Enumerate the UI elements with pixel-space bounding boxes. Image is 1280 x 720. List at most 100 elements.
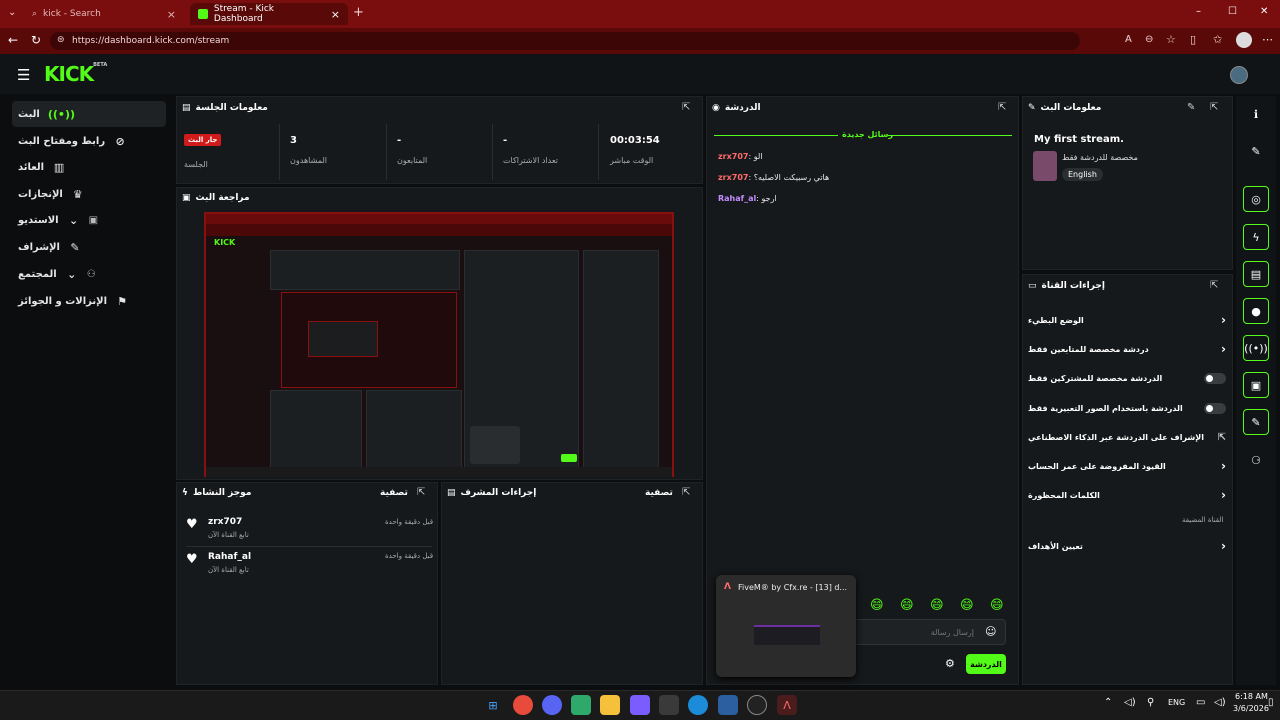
favorites-icon[interactable]: ✩ [1213, 33, 1222, 46]
category-thumbnail [1033, 151, 1057, 181]
sidebar-item-stream-key[interactable]: ⊘ رابط ومفتاح البث [12, 128, 166, 154]
discord-icon[interactable] [542, 695, 562, 715]
microphone-icon[interactable]: ⚲ [1147, 697, 1154, 708]
info-icon[interactable]: ℹ [1243, 101, 1269, 127]
subscribers-only-toggle[interactable] [1204, 372, 1226, 384]
more-menu-icon[interactable]: ⋯ [1262, 33, 1273, 46]
stream-preview-video[interactable]: KICK [204, 212, 674, 477]
popout-icon[interactable]: ⇱ [998, 102, 1006, 113]
user-avatar[interactable] [1230, 66, 1248, 84]
mod-filter-button[interactable]: تصفية [645, 488, 673, 498]
start-menu-icon[interactable]: ⊞ [483, 695, 503, 715]
chat-username[interactable]: Rahaf_al [718, 194, 756, 203]
emoji-icon[interactable]: ☺ [985, 625, 996, 638]
channel-action-account-age[interactable]: القيود المفروضة على عمر الحساب › [1028, 452, 1226, 480]
store-icon[interactable] [659, 695, 679, 715]
lightning-icon[interactable]: ϟ [1243, 224, 1269, 250]
broadcast-icon[interactable]: ((•)) [1243, 335, 1269, 361]
gear-icon[interactable]: ⚙ [945, 657, 955, 670]
edit-pencil-icon[interactable]: ✎ [1187, 102, 1195, 113]
taskbar-preview-popup[interactable]: Λ FiveM® by Cfx.re - [13] d... [716, 575, 856, 677]
fivem-icon[interactable]: Λ [777, 695, 797, 715]
site-info-icon[interactable]: ⊜ [57, 35, 65, 45]
chat-input[interactable] [860, 624, 974, 640]
minimize-button[interactable]: – [1196, 6, 1201, 17]
extension-icon[interactable]: ⊖ [1145, 34, 1153, 45]
chrome-icon[interactable] [513, 695, 533, 715]
chat-username[interactable]: zrx707 [718, 152, 748, 161]
chat-username[interactable]: zrx707 [718, 173, 748, 182]
app-icon[interactable] [718, 695, 738, 715]
document-icon[interactable]: ▤ [1243, 261, 1269, 287]
emote-only-toggle[interactable] [1204, 402, 1226, 414]
sidebar-item-revenue[interactable]: ▥ العائد [12, 154, 166, 180]
popout-icon[interactable]: ⇱ [417, 487, 425, 498]
camera-icon[interactable]: ◎ [1243, 186, 1269, 212]
hamburger-menu-icon[interactable]: ☰ [17, 66, 30, 84]
sidebar-item-achievements[interactable]: ♛ الإنجازات [12, 181, 166, 207]
new-tab-button[interactable]: + [353, 5, 364, 20]
shield-icon: ▤ [447, 488, 456, 498]
sidebar-item-label: البث [18, 108, 40, 120]
copilot-icon[interactable] [630, 695, 650, 715]
sidebar-toggle-icon[interactable]: ▯ [1190, 33, 1196, 46]
url-field[interactable]: ⊜ https://dashboard.kick.com/stream [50, 32, 1080, 50]
sidebar-item-moderation[interactable]: ✎ الإشراف [12, 234, 166, 260]
translate-icon[interactable]: A [1125, 34, 1132, 45]
back-arrow-icon[interactable]: ← [8, 33, 18, 47]
chevron-down-icon: ⌄ [68, 213, 79, 227]
layout-icon[interactable]: ▣ [1243, 372, 1269, 398]
language-tag[interactable]: English [1062, 168, 1103, 181]
speaker-icon[interactable]: ◁) [1124, 697, 1136, 708]
nodes-icon[interactable]: ⚆ [1243, 447, 1269, 473]
close-icon[interactable]: × [331, 8, 340, 21]
channel-action-set-goals[interactable]: تعيين الأهداف › [1028, 532, 1226, 560]
wrench-icon[interactable]: ✎ [1243, 409, 1269, 435]
app-icon[interactable] [571, 695, 591, 715]
window-close-button[interactable]: ✕ [1260, 6, 1268, 17]
sidebar-item-studio[interactable]: ▣ ⌄ الاستديو [12, 207, 166, 233]
profile-avatar[interactable] [1236, 32, 1252, 48]
language-indicator[interactable]: ENG [1168, 698, 1185, 707]
emote-icon[interactable]: 😄 [960, 598, 974, 613]
volume-icon[interactable]: ◁) [1214, 697, 1226, 708]
sidebar-item-stream[interactable]: ((•)) البث [12, 101, 166, 127]
maximize-button[interactable]: ☐ [1228, 6, 1237, 17]
divider [279, 124, 280, 180]
clock-date[interactable]: 3/6/2026 [1233, 704, 1269, 713]
popup-title: FiveM® by Cfx.re - [13] d... [738, 583, 848, 592]
sidebar-item-community[interactable]: ⚇ ⌄ المجتمع [12, 261, 166, 287]
tab-kick-search[interactable]: ⌕ kick - Search × [24, 3, 184, 25]
kick-logo[interactable]: KICKBETA [44, 62, 107, 86]
notification-icon[interactable]: ▯ [1268, 697, 1274, 708]
popout-icon[interactable]: ⇱ [1210, 280, 1218, 291]
network-icon[interactable]: ▭ [1196, 697, 1205, 708]
tab-kick-dashboard[interactable]: Stream - Kick Dashboard × [190, 3, 348, 25]
pencil-icon[interactable]: ✎ [1243, 138, 1269, 164]
emote-icon[interactable]: 😄 [900, 598, 914, 613]
channel-action-followers-only[interactable]: دردشة مخصصة للمتابعين فقط › [1028, 335, 1226, 363]
favorite-star-icon[interactable]: ☆ [1166, 33, 1176, 46]
emote-icon[interactable]: 😄 [870, 598, 884, 613]
chat-bubble-icon[interactable]: ● [1243, 298, 1269, 324]
clock-time[interactable]: 6:18 AM [1235, 692, 1268, 701]
file-explorer-icon[interactable] [600, 695, 620, 715]
activity-filter-button[interactable]: تصفية [380, 488, 408, 498]
emote-icon[interactable]: 😄 [990, 598, 1004, 613]
channel-action-ai-moderation[interactable]: الإشراف على الدردشة عبر الذكاء الاصطناعي… [1028, 423, 1226, 451]
studio-badge-icon: ▣ [88, 214, 99, 226]
send-chat-button[interactable]: الدردشة [966, 654, 1006, 674]
reload-icon[interactable]: ↻ [31, 33, 41, 47]
close-icon[interactable]: × [167, 8, 176, 21]
chevron-up-icon[interactable]: ⌃ [1104, 697, 1112, 708]
obs-icon[interactable] [747, 695, 767, 715]
channel-action-banned-words[interactable]: الكلمات المحظورة › [1028, 481, 1226, 509]
channel-action-slow-mode[interactable]: الوضع البطيء › [1028, 306, 1226, 334]
popout-icon[interactable]: ⇱ [1210, 102, 1218, 113]
sidebar-item-drops[interactable]: ⚑ الإنزالات و الجوائز [12, 288, 166, 314]
popout-icon[interactable]: ⇱ [682, 487, 690, 498]
popout-icon[interactable]: ⇱ [682, 102, 690, 113]
emote-icon[interactable]: 😄 [930, 598, 944, 613]
tab-list-icon[interactable]: ⌄ [8, 7, 16, 18]
edge-icon[interactable] [688, 695, 708, 715]
